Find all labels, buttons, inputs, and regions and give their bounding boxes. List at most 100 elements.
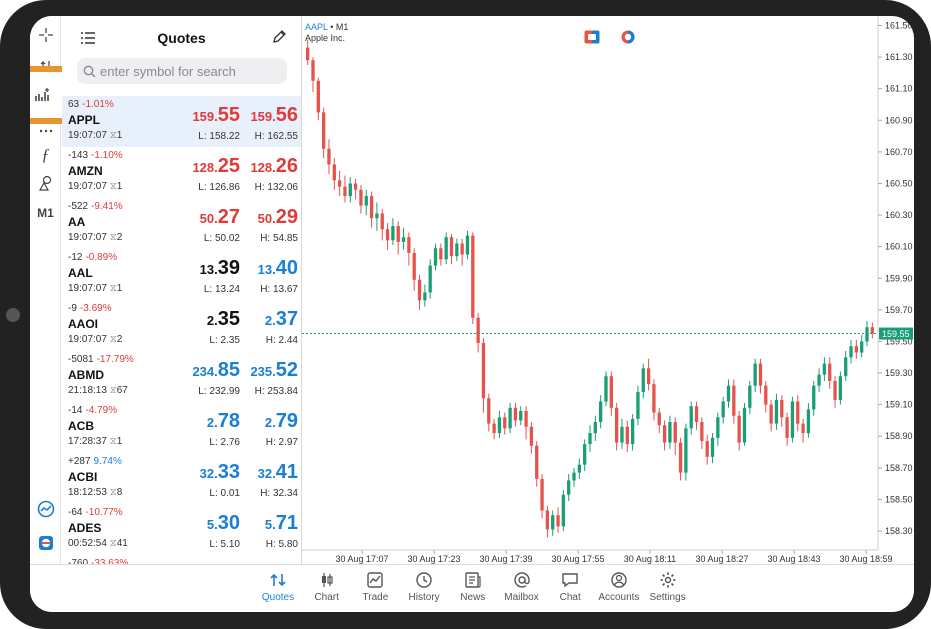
candle-body <box>332 164 336 181</box>
quote-bid[interactable]: 5.30 <box>207 512 240 535</box>
candle-body <box>646 368 651 385</box>
tab-history[interactable]: History <box>400 571 448 603</box>
objects-icon[interactable] <box>30 172 61 194</box>
quote-time: 21:18:13 ⧖67 <box>68 385 128 396</box>
x-tick-label: 30 Aug 17:55 <box>551 554 604 564</box>
price-chart[interactable]: 161.50 161.30 161.10 160.90 160.70 160.50 160.… <box>302 16 914 564</box>
candle-body <box>321 112 326 149</box>
quote-row[interactable]: 63 -1.01% APPL 19:07:07 ⧖1 159.55 159.56 L: 15… <box>62 96 301 147</box>
candle-body <box>476 317 480 344</box>
quote-row[interactable]: -760 -33.63% <box>62 555 301 564</box>
trading-signals-icon[interactable] <box>30 498 61 520</box>
candle-body <box>684 428 688 473</box>
quote-row[interactable]: -9 -3.69% AAOI 19:07:07 ⧖2 2.35 2.37 L: 2.35 H:… <box>62 300 301 351</box>
candlestick-chart[interactable]: 161.50 161.30 161.10 160.90 160.70 160.50 160.… <box>302 16 914 564</box>
quote-ask[interactable]: 2.37 <box>265 308 298 331</box>
quote-row[interactable]: -12 -0.89% AAL 19:07:07 ⧖1 13.39 13.40 L: 13.2… <box>62 249 301 300</box>
x-tick-label: 30 Aug 17:39 <box>479 554 532 564</box>
candle-body <box>519 410 523 421</box>
quote-change: -143 -1.10% <box>68 150 123 161</box>
crosshair-icon[interactable] <box>30 24 61 46</box>
quote-change: -12 -0.89% <box>68 252 118 263</box>
quote-bid[interactable]: 128.25 <box>192 155 240 178</box>
more-dots-icon[interactable] <box>30 120 61 142</box>
quote-row[interactable]: +287 9.74% ACBI 18:12:53 ⧖8 32.33 32.41 L: 0.0… <box>62 453 301 504</box>
quote-bid[interactable]: 50.27 <box>200 206 240 229</box>
y-tick-label: 159.70 <box>885 305 913 315</box>
tab-chart[interactable]: Chart <box>303 571 351 603</box>
quote-time: 17:28:37 ⧖1 <box>68 436 123 447</box>
y-tick-label: 161.30 <box>885 52 913 62</box>
home-button[interactable] <box>6 308 20 322</box>
quote-bid[interactable]: 2.78 <box>207 410 240 433</box>
candle-body <box>337 180 342 187</box>
quote-ask[interactable]: 235.52 <box>250 359 298 382</box>
candle-body <box>678 442 683 473</box>
edit-pencil-icon[interactable] <box>271 29 287 45</box>
tab-label: Mailbox <box>504 592 539 603</box>
y-tick-label: 158.90 <box>885 431 913 441</box>
quote-symbol: ACBI <box>68 470 98 484</box>
candle-body <box>471 235 475 318</box>
candle-body <box>572 472 576 481</box>
symbol-search-input[interactable]: enter symbol for search <box>77 58 287 84</box>
market-icon[interactable] <box>30 532 61 554</box>
quote-low: L: 13.24 <box>203 284 240 295</box>
quote-bid[interactable]: 159.55 <box>192 104 240 127</box>
quote-high: H: 2.44 <box>265 335 298 346</box>
tab-quotes[interactable]: Quotes <box>254 571 302 603</box>
candle-body <box>444 237 448 260</box>
quote-row[interactable]: -14 -4.79% ACB 17:28:37 ⧖1 2.78 2.79 L: 2.76 H:… <box>62 402 301 453</box>
tab-news[interactable]: News <box>449 571 497 603</box>
y-tick-label: 160.10 <box>885 242 913 252</box>
y-tick-label: 158.50 <box>885 494 913 504</box>
candle-body <box>870 327 874 334</box>
candle-body <box>412 252 416 280</box>
candle-body <box>583 444 587 465</box>
quotes-header: Quotes <box>62 16 301 58</box>
tab-accounts[interactable]: Accounts <box>595 571 643 603</box>
quote-ask[interactable]: 159.56 <box>250 104 298 127</box>
quote-bid[interactable]: 32.33 <box>200 461 240 484</box>
candle-body <box>828 363 832 381</box>
quote-symbol: AAL <box>68 266 93 280</box>
timeframe-button[interactable]: M1 <box>30 202 61 224</box>
quote-change-percent: -3.69% <box>79 303 112 314</box>
quote-row[interactable]: -143 -1.10% AMZN 19:07:07 ⧖1 128.25 128.26 L: … <box>62 147 301 198</box>
candle-body <box>567 480 571 495</box>
tab-mailbox[interactable]: Mailbox <box>498 571 546 603</box>
quote-ask[interactable]: 13.40 <box>258 257 298 280</box>
candle-body <box>806 409 811 434</box>
depth-of-market-icon[interactable] <box>620 30 636 44</box>
quote-ask[interactable]: 32.41 <box>258 461 298 484</box>
quote-low: L: 126.86 <box>198 182 240 193</box>
quote-ask[interactable]: 2.79 <box>265 410 298 433</box>
quote-time: 19:07:07 ⧖2 <box>68 232 123 243</box>
candle-body <box>487 398 491 424</box>
candle-body <box>710 437 715 457</box>
bottom-tab-bar: Quotes Chart Trade History News Mailbox Chat Ac… <box>30 564 914 612</box>
quote-time: 19:07:07 ⧖1 <box>68 130 123 141</box>
quote-ask[interactable]: 128.26 <box>250 155 298 178</box>
quote-change: -14 -4.79% <box>68 405 118 416</box>
tab-chat[interactable]: Chat <box>546 571 594 603</box>
quote-row[interactable]: -5081 -17.79% ABMD 21:18:13 ⧖67 234.85 235.52… <box>62 351 301 402</box>
candle-body <box>865 327 869 342</box>
quote-bid[interactable]: 13.39 <box>200 257 240 280</box>
candle-body <box>716 417 720 438</box>
quote-row[interactable]: -64 -10.77% ADES 00:52:54 ⧖41 5.30 5.71 L: 5.1… <box>62 504 301 555</box>
quote-bid[interactable]: 234.85 <box>192 359 240 382</box>
quote-row[interactable]: -522 -9.41% AA 19:07:07 ⧖2 50.27 50.29 L: 50.0… <box>62 198 301 249</box>
candle-body <box>423 292 427 301</box>
tab-settings[interactable]: Settings <box>644 571 692 603</box>
function-icon[interactable]: ƒ <box>30 144 61 166</box>
one-click-trading-icon[interactable] <box>584 30 600 44</box>
candle-body <box>588 433 592 445</box>
quote-ask[interactable]: 50.29 <box>258 206 298 229</box>
quote-ask[interactable]: 5.71 <box>265 512 298 535</box>
tab-trade[interactable]: Trade <box>351 571 399 603</box>
quote-change-percent: -9.41% <box>91 201 123 212</box>
quote-bid[interactable]: 2.35 <box>207 308 240 331</box>
search-placeholder: enter symbol for search <box>100 63 236 79</box>
candle-body <box>306 47 310 61</box>
